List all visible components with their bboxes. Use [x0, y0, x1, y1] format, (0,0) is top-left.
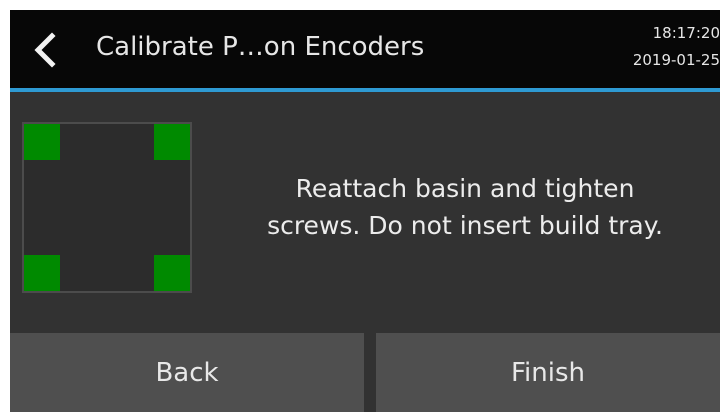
- clock-date: 2019-01-25: [632, 51, 720, 69]
- clock-time: 18:17:20: [652, 24, 720, 42]
- clock: 18:17:20 2019-01-25: [600, 20, 720, 74]
- calibration-screen: Calibrate P…on Encoders 18:17:20 2019-01…: [10, 10, 720, 412]
- back-arrow-icon[interactable]: [28, 28, 62, 72]
- screw-top-right: [154, 124, 190, 160]
- instruction-line-2: screws. Do not insert build tray.: [267, 211, 663, 240]
- basin-diagram: [22, 122, 192, 293]
- finish-button[interactable]: Finish: [376, 333, 720, 412]
- header-bar: Calibrate P…on Encoders 18:17:20 2019-01…: [10, 10, 720, 88]
- screw-bottom-right: [154, 255, 190, 291]
- instruction-line-1: Reattach basin and tighten: [295, 174, 635, 203]
- instruction-message: Reattach basin and tighten screws. Do no…: [210, 170, 720, 244]
- screw-bottom-left: [24, 255, 60, 291]
- header-divider: [10, 88, 720, 92]
- screw-top-left: [24, 124, 60, 160]
- page-title: Calibrate P…on Encoders: [96, 32, 425, 62]
- back-button[interactable]: Back: [10, 333, 364, 412]
